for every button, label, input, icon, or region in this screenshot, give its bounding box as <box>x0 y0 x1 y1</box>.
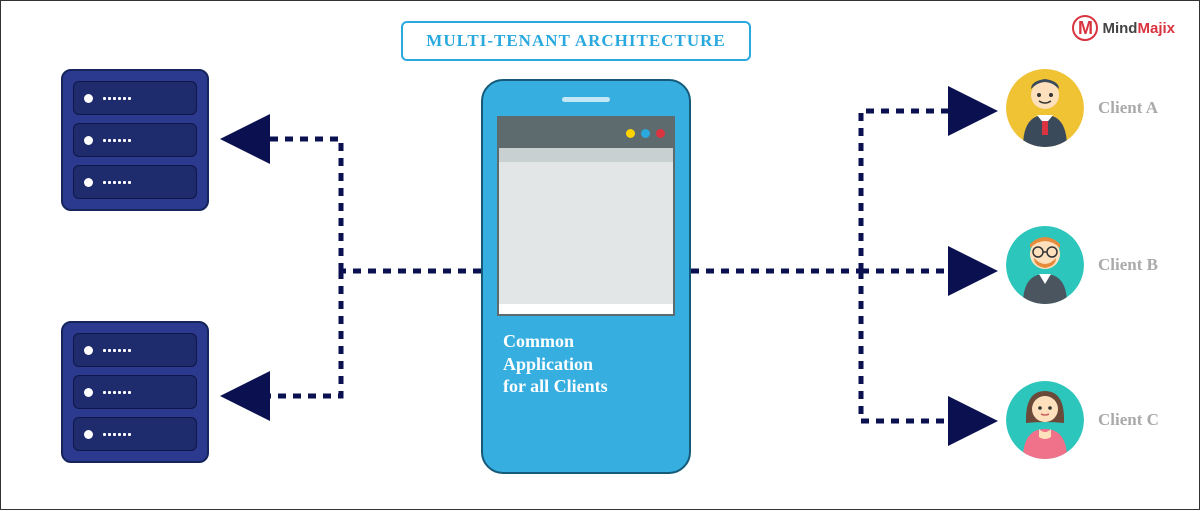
window-dot-blue-icon <box>641 129 650 138</box>
avatar-c-icon <box>1006 381 1084 459</box>
client-a-label: Client A <box>1098 98 1158 118</box>
diagram-title: MULTI-TENANT ARCHITECTURE <box>401 21 751 61</box>
client-b-label: Client B <box>1098 255 1158 275</box>
server-drive <box>73 417 197 451</box>
title-text: MULTI-TENANT ARCHITECTURE <box>426 31 725 51</box>
led-icon <box>84 388 93 397</box>
server-drive <box>73 333 197 367</box>
window-dot-yellow-icon <box>626 129 635 138</box>
app-caption: Common Application for all Clients <box>497 330 675 398</box>
avatar-b-icon <box>1006 226 1084 304</box>
phone-speaker-icon <box>562 97 610 102</box>
server-drive <box>73 123 197 157</box>
brand-logo: M MindMajix <box>1072 15 1175 41</box>
app-window-body <box>499 162 673 304</box>
led-icon <box>84 346 93 355</box>
client-a: Client A <box>1006 69 1158 147</box>
server-stack-2-icon <box>61 321 209 463</box>
app-window-icon <box>497 116 675 316</box>
client-c: Client C <box>1006 381 1159 459</box>
led-icon <box>84 430 93 439</box>
app-window-footer <box>499 304 673 314</box>
led-icon <box>84 178 93 187</box>
server-stack-1-icon <box>61 69 209 211</box>
client-c-label: Client C <box>1098 410 1159 430</box>
led-icon <box>84 136 93 145</box>
server-drive <box>73 165 197 199</box>
window-dot-red-icon <box>656 129 665 138</box>
app-window-header <box>499 118 673 148</box>
avatar-a-icon <box>1006 69 1084 147</box>
brand-text: MindMajix <box>1102 20 1175 37</box>
server-drive <box>73 375 197 409</box>
client-b: Client B <box>1006 226 1158 304</box>
application-card: Common Application for all Clients <box>481 79 691 474</box>
server-drive <box>73 81 197 115</box>
brand-mark-icon: M <box>1072 15 1098 41</box>
led-icon <box>84 94 93 103</box>
app-window-toolbar <box>499 148 673 162</box>
